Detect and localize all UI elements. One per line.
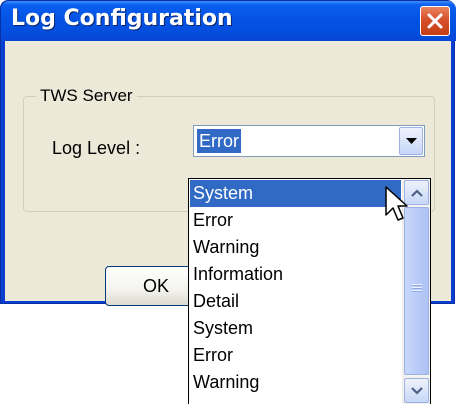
chevron-up-icon [411, 189, 423, 197]
scroll-thumb[interactable] [404, 207, 429, 375]
dropdown-option[interactable]: Error [190, 207, 401, 234]
dropdown-option[interactable]: System [190, 315, 401, 342]
log-level-dropdown-button[interactable] [399, 127, 423, 155]
chevron-down-icon [411, 387, 423, 395]
log-level-select[interactable]: Error [193, 125, 425, 157]
close-button[interactable] [420, 6, 450, 36]
scroll-down-button[interactable] [404, 378, 429, 403]
close-icon [427, 13, 443, 29]
scroll-thumb-grip [412, 284, 422, 293]
screen: Log Configuration TWS Server Log Level :… [0, 0, 457, 404]
dropdown-option[interactable]: Detail [190, 288, 401, 315]
window-title: Log Configuration [11, 6, 233, 31]
chevron-down-icon [406, 138, 417, 144]
log-level-selected-value: Error [197, 129, 241, 153]
dropdown-option[interactable]: Warning [190, 369, 401, 396]
dropdown-option[interactable]: Information [190, 261, 401, 288]
arrow-pointer-icon [385, 186, 408, 221]
ok-button-label: OK [143, 276, 170, 296]
dropdown-option[interactable]: Error [190, 342, 401, 369]
group-title: TWS Server [36, 86, 137, 106]
log-level-label: Log Level : [52, 138, 141, 158]
dropdown-option[interactable]: System [190, 180, 401, 207]
dropdown-option[interactable]: Warning [190, 234, 401, 261]
title-bar[interactable]: Log Configuration [1, 1, 456, 41]
